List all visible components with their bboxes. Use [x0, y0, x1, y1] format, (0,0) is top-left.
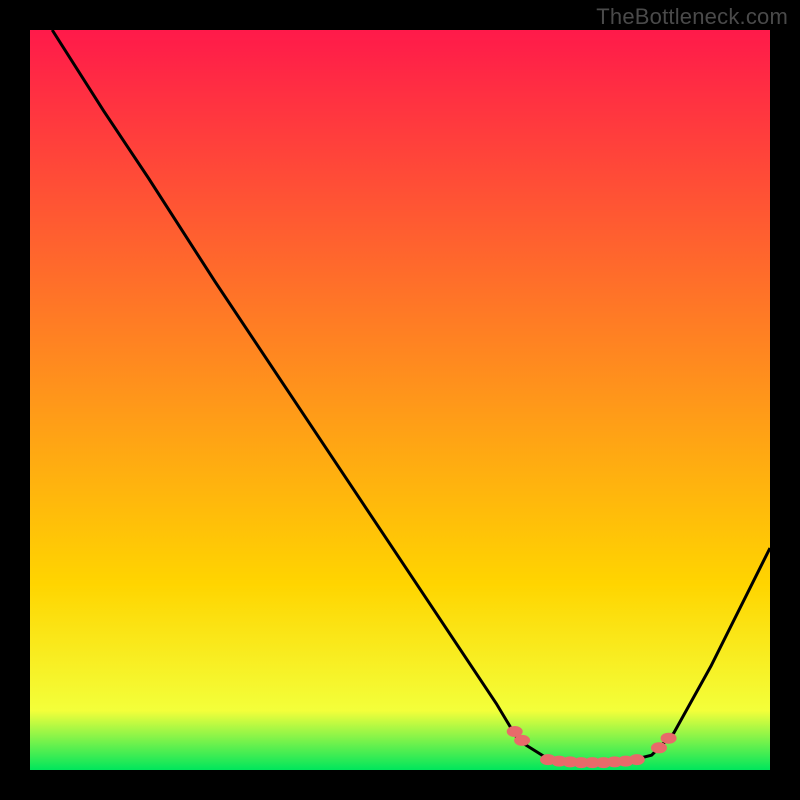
chart-frame: TheBottleneck.com [0, 0, 800, 800]
plot-area [30, 30, 770, 770]
marker-dot [514, 735, 530, 746]
gradient-background [30, 30, 770, 770]
chart-svg [30, 30, 770, 770]
marker-dot [629, 754, 645, 765]
watermark-text: TheBottleneck.com [596, 4, 788, 30]
marker-dot [661, 733, 677, 744]
marker-dot [651, 742, 667, 753]
